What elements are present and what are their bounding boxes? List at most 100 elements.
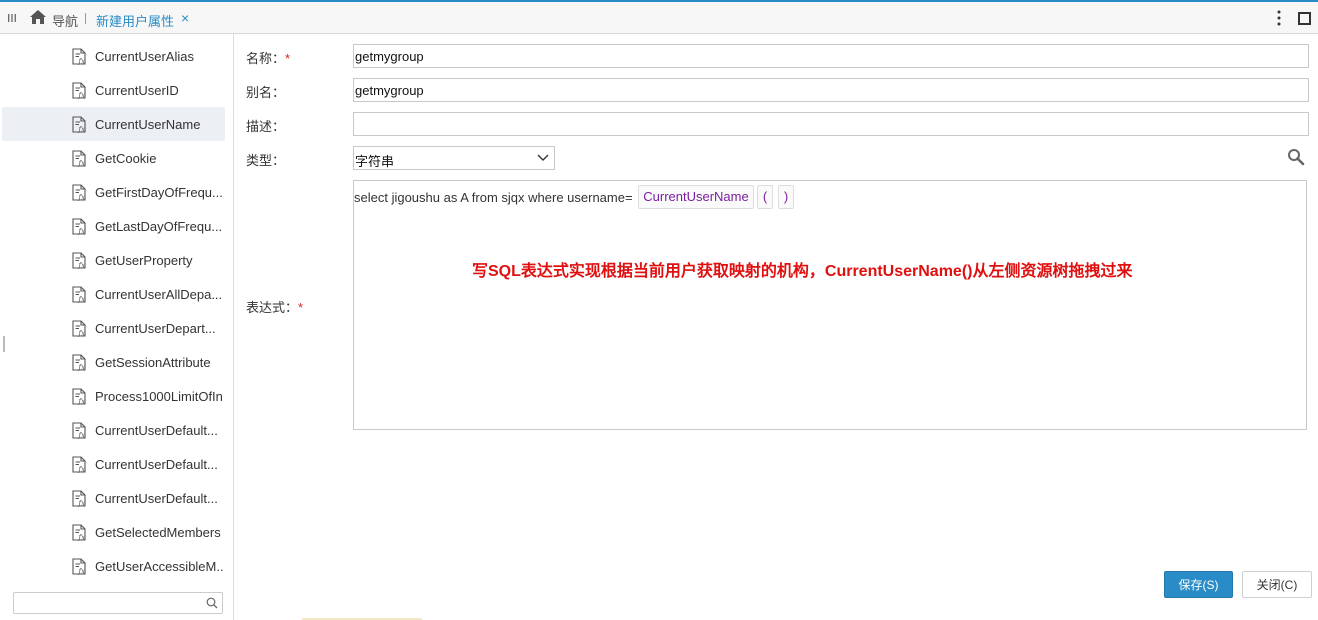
function-file-icon: fx <box>71 218 87 236</box>
tree-item[interactable]: fx CurrentUserDefault... <box>2 481 225 515</box>
function-file-icon: fx <box>71 388 87 406</box>
svg-text:fx: fx <box>78 126 86 134</box>
svg-text:fx: fx <box>78 194 86 202</box>
maximize-icon[interactable] <box>1298 12 1311 25</box>
svg-text:fx: fx <box>78 92 86 100</box>
tree-item-label: CurrentUserDefault... <box>95 423 218 438</box>
tree-item-label: GetUserProperty <box>95 253 193 268</box>
expression-label: 表达式：* <box>246 300 304 315</box>
svg-text:fx: fx <box>78 466 86 474</box>
tree-item-label: CurrentUserID <box>95 83 179 98</box>
name-label: 名称：* <box>246 51 291 66</box>
tree-item-label: CurrentUserName <box>95 117 201 132</box>
function-file-icon: fx <box>71 320 87 338</box>
required-mark: * <box>298 300 304 315</box>
tree-item[interactable]: fx CurrentUserAllDepa... <box>2 277 225 311</box>
tree-item[interactable]: fx GetLastDayOfFrequ... <box>2 209 225 243</box>
function-file-icon: fx <box>71 48 87 66</box>
tab-bar: 导航 新建用户属性 × <box>0 0 1318 34</box>
tree-item-label: GetFirstDayOfFrequ... <box>95 185 223 200</box>
name-input[interactable] <box>353 44 1309 68</box>
close-button[interactable]: 关闭(C) <box>1242 571 1312 598</box>
tree-item[interactable]: fx GetFirstDayOfFrequ... <box>2 175 225 209</box>
required-mark: * <box>285 51 291 66</box>
function-file-icon: fx <box>71 354 87 372</box>
tree-item[interactable]: fx CurrentUserDefault... <box>2 447 225 481</box>
tree-item-label: GetCookie <box>95 151 157 166</box>
tree-item[interactable]: fx CurrentUserDepart... <box>2 311 225 345</box>
nav-tab-label[interactable]: 导航 <box>52 11 78 30</box>
more-vertical-icon[interactable] <box>1273 9 1285 27</box>
svg-text:fx: fx <box>78 364 86 372</box>
type-select[interactable]: 字符串 <box>353 146 555 170</box>
tree-item[interactable]: fx CurrentUserID <box>2 73 225 107</box>
tree-item-label: CurrentUserAlias <box>95 49 194 64</box>
home-icon[interactable] <box>29 9 47 25</box>
function-file-icon: fx <box>71 184 87 202</box>
tree-item-label: GetLastDayOfFrequ... <box>95 219 223 234</box>
chevron-down-icon <box>537 154 549 161</box>
svg-text:fx: fx <box>78 58 86 66</box>
type-label: 类型： <box>246 153 286 168</box>
close-paren-token[interactable]: ) <box>778 185 794 209</box>
tree-item[interactable]: fx CurrentUserName <box>2 107 225 141</box>
tree-item-label: CurrentUserAllDepa... <box>95 287 223 302</box>
close-icon[interactable]: × <box>181 10 189 26</box>
function-file-icon: fx <box>71 116 87 134</box>
expression-editor[interactable]: select jigoushu as A from sjqx where use… <box>353 180 1307 430</box>
tree-item[interactable]: fx CurrentUserDefault... <box>2 413 225 447</box>
svg-text:fx: fx <box>78 262 86 270</box>
function-file-icon: fx <box>71 490 87 508</box>
svg-text:fx: fx <box>78 398 86 406</box>
save-button[interactable]: 保存(S) <box>1164 571 1233 598</box>
tree-search-input[interactable] <box>14 593 199 613</box>
magnifier-icon[interactable] <box>1287 148 1305 166</box>
panel-resize-handle[interactable] <box>3 336 5 352</box>
svg-text:fx: fx <box>78 330 86 338</box>
tree-item-label: GetSelectedMembers <box>95 525 221 540</box>
tree-search-box <box>13 592 223 614</box>
alias-input[interactable] <box>353 78 1309 102</box>
menu-icon[interactable] <box>6 11 18 25</box>
tree-item[interactable]: fx GetUserProperty <box>2 243 225 277</box>
tree-item[interactable]: fx GetUserAccessibleM... <box>2 549 225 583</box>
tree-item-label: CurrentUserDefault... <box>95 457 218 472</box>
tree-item[interactable]: fx Process1000LimitOfIn <box>2 379 225 413</box>
tab-separator <box>85 13 86 24</box>
function-file-icon: fx <box>71 82 87 100</box>
function-token-currentusername[interactable]: CurrentUserName <box>638 185 754 209</box>
alias-label: 别名： <box>246 85 286 100</box>
tab-new-user-property[interactable]: 新建用户属性 <box>96 11 174 30</box>
annotation-note: 写SQL表达式实现根据当前用户获取映射的机构，CurrentUserName()… <box>472 263 1133 280</box>
svg-text:fx: fx <box>78 228 86 236</box>
svg-text:fx: fx <box>78 500 86 508</box>
function-file-icon: fx <box>71 252 87 270</box>
svg-text:fx: fx <box>78 296 86 304</box>
description-label: 描述： <box>246 119 286 134</box>
function-file-icon: fx <box>71 422 87 440</box>
svg-text:fx: fx <box>78 160 86 168</box>
expression-text: select jigoushu as A from sjqx where use… <box>354 190 633 205</box>
tree-item-label: GetSessionAttribute <box>95 355 211 370</box>
tree-item[interactable]: fx GetCookie <box>2 141 225 175</box>
open-paren-token[interactable]: ( <box>757 185 773 209</box>
svg-text:fx: fx <box>78 534 86 542</box>
type-select-value: 字符串 <box>355 154 395 169</box>
function-file-icon: fx <box>71 456 87 474</box>
search-icon[interactable] <box>206 597 218 609</box>
function-file-icon: fx <box>71 558 87 576</box>
tree-item[interactable]: fx GetSessionAttribute <box>2 345 225 379</box>
tree-item-label: Process1000LimitOfIn <box>95 389 223 404</box>
function-file-icon: fx <box>71 286 87 304</box>
function-file-icon: fx <box>71 150 87 168</box>
description-input[interactable] <box>353 112 1309 136</box>
tree-item-label: CurrentUserDefault... <box>95 491 218 506</box>
tree-item-label: CurrentUserDepart... <box>95 321 216 336</box>
svg-text:fx: fx <box>78 568 86 576</box>
svg-text:fx: fx <box>78 432 86 440</box>
tree-item-label: GetUserAccessibleM... <box>95 559 223 574</box>
tree-item[interactable]: fx CurrentUserAlias <box>2 39 225 73</box>
tree-item[interactable]: fx GetSelectedMembers <box>2 515 225 549</box>
function-file-icon: fx <box>71 524 87 542</box>
resource-tree-panel: fx CurrentUserAlias fx CurrentUserID fx Curre… <box>0 34 234 620</box>
